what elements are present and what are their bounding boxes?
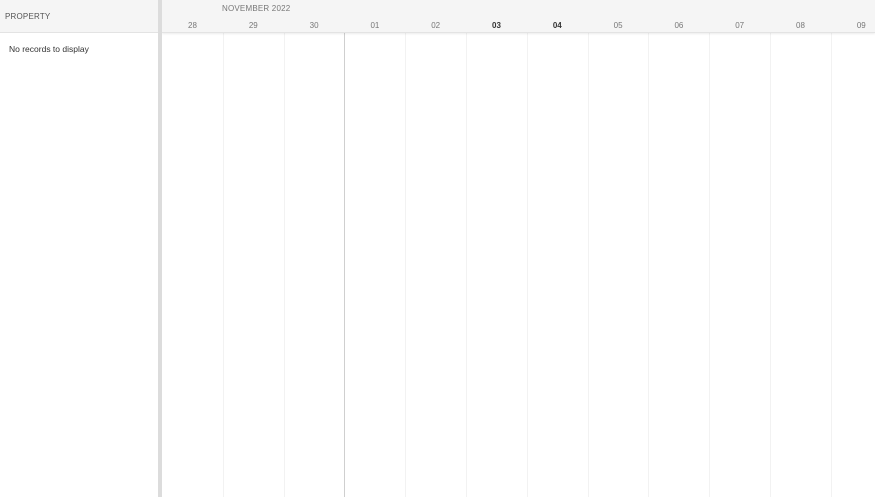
day-label: 30 [309, 21, 319, 30]
day-label: 04 [552, 21, 562, 30]
property-header-label: PROPERTY [5, 12, 51, 21]
day-label: 01 [370, 21, 380, 30]
empty-records-message: No records to display [9, 44, 89, 54]
day-label: 09 [856, 21, 866, 30]
property-panel: PROPERTY No records to display [0, 0, 158, 497]
day-label: 07 [735, 21, 745, 30]
day-label: 02 [431, 21, 441, 30]
timeline-header: NOVEMBER 2022 28 29 30 01 02 03 04 05 06 07 08 09 [162, 0, 875, 33]
property-column-header[interactable]: PROPERTY [0, 0, 158, 33]
day-grid-line [831, 33, 832, 497]
day-label: 03 [492, 21, 501, 30]
day-grid-line [284, 33, 285, 497]
day-grid-line [405, 33, 406, 497]
day-grid-line [588, 33, 589, 497]
day-grid-line [466, 33, 467, 497]
day-label: 08 [796, 21, 805, 30]
month-divider [344, 33, 345, 497]
day-grid-line [648, 33, 649, 497]
day-label: 28 [188, 21, 197, 30]
day-label: 06 [674, 21, 684, 30]
day-grid-line [709, 33, 710, 497]
day-label: 29 [248, 21, 258, 30]
month-label: NOVEMBER 2022 [222, 4, 291, 13]
calendar-scheduler: PROPERTY No records to display NOVEMBER … [0, 0, 875, 497]
day-grid-line [223, 33, 224, 497]
day-grid-line [527, 33, 528, 497]
day-grid-line [770, 33, 771, 497]
timeline-panel[interactable]: NOVEMBER 2022 28 29 30 01 02 03 04 05 06 07 08 09 [162, 0, 875, 497]
day-label: 05 [613, 21, 623, 30]
